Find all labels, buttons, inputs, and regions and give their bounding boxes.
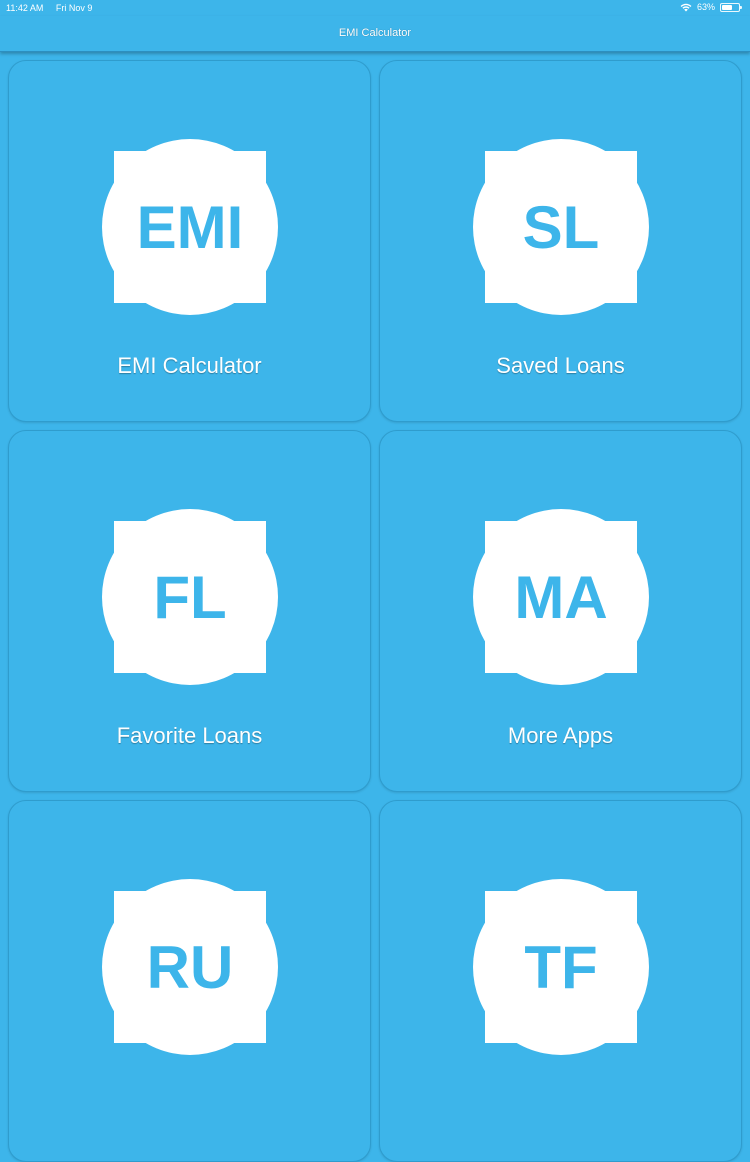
menu-grid: EMI EMI Calculator SL Saved Loans FL Fav… bbox=[8, 60, 742, 1162]
tile-label: Saved Loans bbox=[496, 353, 625, 378]
battery-fill bbox=[722, 4, 733, 10]
status-date: Fri Nov 9 bbox=[55, 3, 93, 13]
battery-icon bbox=[720, 2, 742, 12]
sl-badge-icon: SL bbox=[471, 137, 651, 317]
wifi-icon bbox=[680, 3, 692, 11]
ru-badge-icon: RU bbox=[100, 877, 280, 1057]
status-left: 11:42 AM Fri Nov 9 bbox=[6, 3, 102, 13]
badge-abbreviation: RU bbox=[146, 933, 234, 1001]
badge-abbreviation: TF bbox=[524, 933, 598, 1001]
status-right: 63% bbox=[680, 2, 742, 12]
page-title: EMI Calculator bbox=[338, 27, 412, 39]
more-apps-tile[interactable]: MA More Apps bbox=[379, 430, 742, 792]
tf-tile[interactable]: TF bbox=[379, 800, 742, 1162]
badge-abbreviation: SL bbox=[522, 193, 600, 261]
favorite-loans-tile[interactable]: FL Favorite Loans bbox=[8, 430, 371, 792]
navigation-bar: EMI Calculator bbox=[0, 16, 750, 52]
tile-label: Favorite Loans bbox=[116, 723, 263, 748]
saved-loans-tile[interactable]: SL Saved Loans bbox=[379, 60, 742, 422]
fl-badge-icon: FL bbox=[100, 507, 280, 687]
ma-badge-icon: MA bbox=[471, 507, 651, 687]
emi-calculator-tile[interactable]: EMI EMI Calculator bbox=[8, 60, 371, 422]
status-time: 11:42 AM bbox=[6, 3, 44, 13]
tile-label: EMI Calculator bbox=[117, 353, 262, 378]
badge-abbreviation: FL bbox=[153, 563, 227, 631]
badge-abbreviation: MA bbox=[514, 563, 608, 631]
status-bar: 11:42 AM Fri Nov 9 63% bbox=[0, 0, 750, 16]
battery-tip bbox=[740, 5, 742, 9]
badge-abbreviation: EMI bbox=[136, 193, 244, 261]
ru-tile[interactable]: RU bbox=[8, 800, 371, 1162]
tf-badge-icon: TF bbox=[471, 877, 651, 1057]
emi-badge-icon: EMI bbox=[100, 137, 280, 317]
tile-label: More Apps bbox=[507, 723, 614, 748]
battery-percent: 63% bbox=[696, 2, 715, 12]
